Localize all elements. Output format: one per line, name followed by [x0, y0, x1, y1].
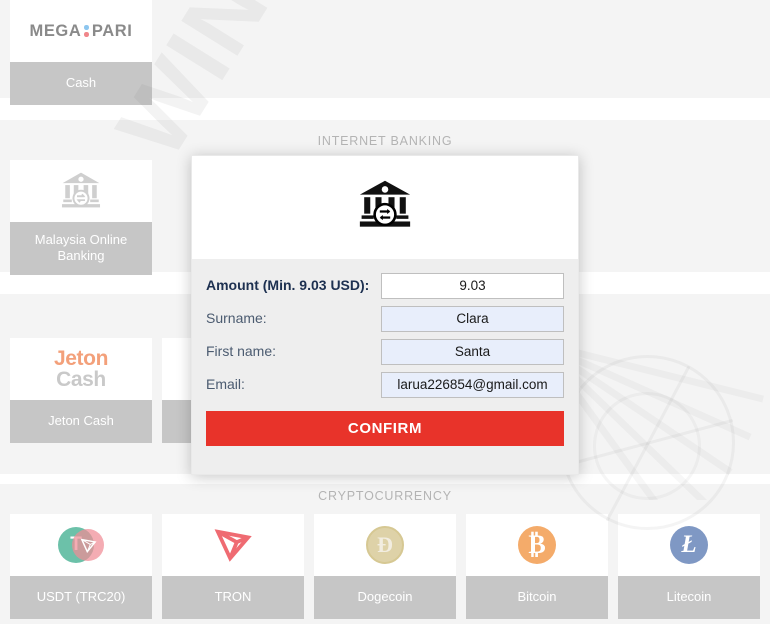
form-row-surname: Surname: Clara	[206, 306, 564, 332]
tile-usdt-trc20[interactable]: T USDT (TRC20)	[10, 514, 152, 619]
label-first-name: First name:	[206, 343, 277, 359]
tile-label-tron: TRON	[162, 576, 304, 619]
brand-dot-top	[84, 25, 89, 30]
band-bottom	[0, 624, 770, 634]
jeton-logo-line1: Jeton	[53, 346, 108, 370]
input-first-name[interactable]: Santa	[381, 339, 564, 365]
tile-label-litecoin: Litecoin	[618, 576, 760, 619]
tron-icon	[162, 514, 304, 576]
modal-header	[192, 156, 578, 259]
bitcoin-icon: ₿	[518, 526, 556, 564]
tile-label-usdt-trc20: USDT (TRC20)	[10, 576, 152, 619]
bank-icon	[10, 160, 152, 222]
brand-dot-bottom	[84, 32, 89, 37]
dogecoin-logo: Ð	[314, 514, 456, 576]
jeton-logo-line2: Cash	[56, 368, 106, 391]
label-email: Email:	[206, 376, 245, 392]
bitcoin-logo: ₿	[466, 514, 608, 576]
section-title-cryptocurrency: CRYPTOCURRENCY	[318, 489, 452, 503]
section-title-internet-banking: INTERNET BANKING	[317, 134, 453, 148]
label-surname: Surname:	[206, 310, 267, 326]
payment-form-modal: Amount (Min. 9.03 USD): 9.03 Surname: Cl…	[191, 155, 579, 475]
tile-dogecoin[interactable]: Ð Dogecoin	[314, 514, 456, 619]
tile-jeton-cash[interactable]: Jeton Cash Jeton Cash	[10, 338, 152, 443]
label-amount: Amount (Min. 9.03 USD):	[206, 277, 370, 293]
tile-tron[interactable]: TRON	[162, 514, 304, 619]
jeton-logo: Jeton Cash	[10, 338, 152, 400]
megapari-logo: MEGA PARI	[10, 0, 152, 62]
tile-label-cash: Cash	[10, 62, 152, 105]
input-amount[interactable]: 9.03	[381, 273, 564, 299]
tile-label-bitcoin: Bitcoin	[466, 576, 608, 619]
tile-litecoin[interactable]: Ł Litecoin	[618, 514, 760, 619]
tile-label-malaysia-online-banking: Malaysia Online Banking	[10, 222, 152, 275]
tile-megapari-cash[interactable]: MEGA PARI Cash	[10, 0, 152, 105]
tiles-row-cryptocurrency: T USDT (TRC20) TRO	[10, 514, 760, 619]
brand-name-part1: MEGA	[29, 21, 82, 40]
dogecoin-icon: Ð	[366, 526, 404, 564]
form-row-first-name: First name: Santa	[206, 339, 564, 365]
tile-label-jeton-cash: Jeton Cash	[10, 400, 152, 443]
modal-body: Amount (Min. 9.03 USD): 9.03 Surname: Cl…	[192, 259, 578, 474]
brand-colon-dots	[84, 25, 89, 37]
input-surname[interactable]: Clara	[381, 306, 564, 332]
tile-malaysia-online-banking[interactable]: Malaysia Online Banking	[10, 160, 152, 275]
usdt-logo: T	[10, 514, 152, 576]
tron-badge-icon	[72, 529, 104, 561]
form-row-amount: Amount (Min. 9.03 USD): 9.03	[206, 273, 564, 299]
payment-methods-page: WINTIPS MEGA PARI Cash	[0, 0, 770, 634]
confirm-button[interactable]: CONFIRM	[206, 411, 564, 446]
band-gap-3	[0, 474, 770, 484]
tile-bitcoin[interactable]: ₿ Bitcoin	[466, 514, 608, 619]
bitcoin-glyph: ₿	[528, 530, 546, 559]
input-email[interactable]: larua226854@gmail.com	[381, 372, 564, 398]
brand-name-part2: PARI	[91, 21, 133, 40]
dogecoin-glyph: Ð	[377, 532, 393, 557]
bank-transfer-icon	[357, 179, 413, 236]
form-row-email: Email: larua226854@gmail.com	[206, 372, 564, 398]
litecoin-glyph: Ł	[681, 531, 697, 558]
litecoin-icon: Ł	[670, 526, 708, 564]
litecoin-logo: Ł	[618, 514, 760, 576]
tiles-row-top: MEGA PARI Cash	[10, 0, 152, 105]
tiles-row-internet-banking: Malaysia Online Banking	[10, 160, 152, 275]
tile-label-dogecoin: Dogecoin	[314, 576, 456, 619]
